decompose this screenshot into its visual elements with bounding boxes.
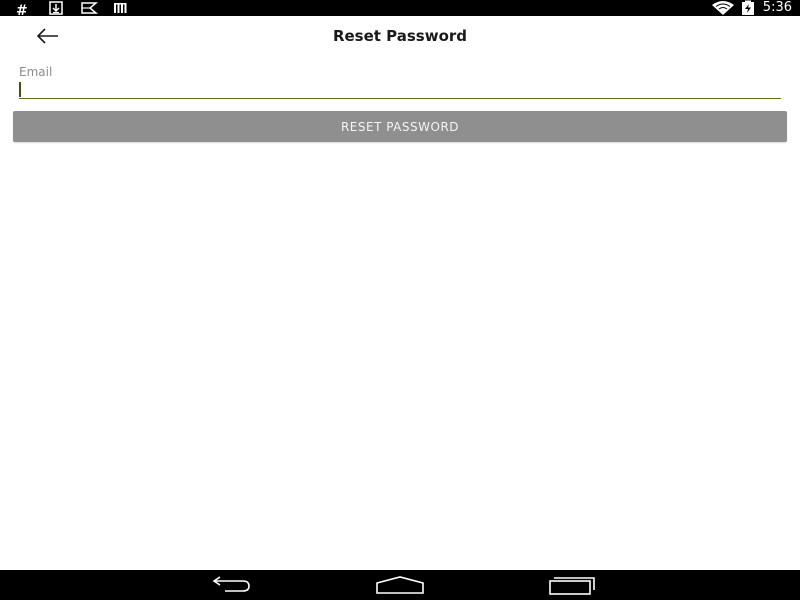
reset-password-button[interactable]: RESET PASSWORD [13, 111, 787, 142]
status-bar-system: 5:36 [711, 0, 792, 16]
home-nav-icon [374, 576, 426, 600]
app-bar: Reset Password [0, 16, 800, 56]
barcode-icon [112, 0, 130, 16]
battery-charging-icon [741, 0, 755, 16]
nav-recents-button[interactable] [546, 574, 598, 596]
hash-icon: # [16, 3, 28, 19]
page-title: Reset Password [332, 27, 468, 45]
navigation-bar [0, 570, 800, 600]
back-button[interactable] [32, 24, 64, 48]
nav-back-button[interactable] [203, 574, 255, 596]
nav-home-button[interactable] [374, 574, 426, 596]
arrow-left-icon [32, 28, 64, 52]
status-bar-notifications: # [16, 0, 144, 19]
notification-flag-icon [80, 0, 99, 16]
status-clock: 5:36 [762, 0, 792, 15]
download-icon [48, 0, 66, 16]
email-label: Email [19, 65, 53, 79]
reset-password-screen: # 5:36 Reset Password Email RESET PASSWO… [0, 0, 800, 600]
recents-nav-icon [546, 577, 598, 600]
status-bar: # 5:36 [0, 0, 800, 19]
back-nav-icon [203, 576, 255, 600]
wifi-icon [711, 0, 735, 16]
email-field[interactable] [19, 80, 781, 99]
text-cursor [19, 82, 21, 97]
